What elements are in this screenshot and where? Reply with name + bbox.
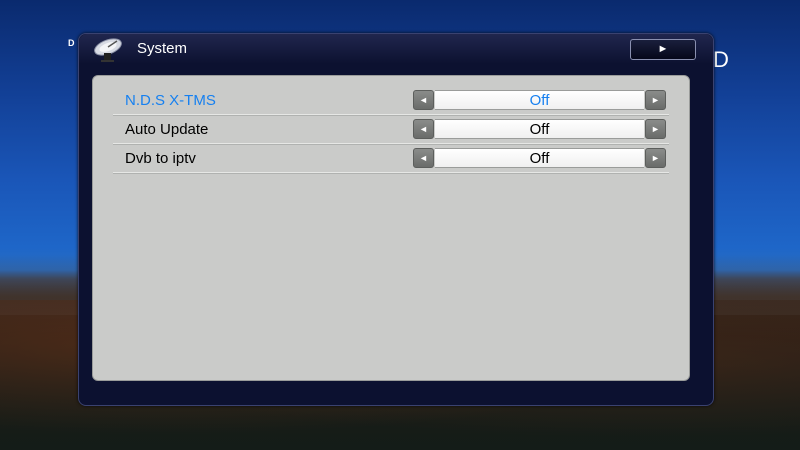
setting-value[interactable]: Off [435,148,644,168]
dialog-titlebar: System ► [79,34,713,64]
setting-row-auto-update[interactable]: Auto Update ◄ Off ► [113,115,669,144]
background-text-left: D [68,38,75,48]
background-text-right: D [713,47,729,72]
dialog-title: System [137,40,188,57]
setting-value[interactable]: Off [435,119,644,139]
arrow-right-icon[interactable]: ► [645,90,666,110]
arrow-left-icon[interactable]: ◄ [413,90,434,110]
arrow-left-icon[interactable]: ◄ [413,148,434,168]
setting-value[interactable]: Off [435,90,644,110]
settings-panel: N.D.S X-TMS ◄ Off ► Auto Update ◄ Off ► … [92,75,690,381]
system-dialog: System ► N.D.S X-TMS ◄ Off ► Auto Update… [78,33,714,406]
setting-label: N.D.S X-TMS [125,92,216,109]
setting-label: Auto Update [125,121,209,138]
setting-label: Dvb to iptv [125,150,196,167]
arrow-right-icon[interactable]: ► [645,148,666,168]
arrow-left-icon[interactable]: ◄ [413,119,434,139]
satellite-dish-icon [91,37,125,63]
setting-row-nds-xtms[interactable]: N.D.S X-TMS ◄ Off ► [113,86,669,115]
value-spinner: ◄ Off ► [413,90,666,110]
value-spinner: ◄ Off ► [413,148,666,168]
value-spinner: ◄ Off ► [413,119,666,139]
setting-row-dvb-to-iptv[interactable]: Dvb to iptv ◄ Off ► [113,144,669,173]
tv-screen: D D System ► N.D.S X-TMS ◄ Off ► Auto Up… [0,0,800,450]
arrow-right-icon[interactable]: ► [645,119,666,139]
play-button[interactable]: ► [630,39,696,60]
